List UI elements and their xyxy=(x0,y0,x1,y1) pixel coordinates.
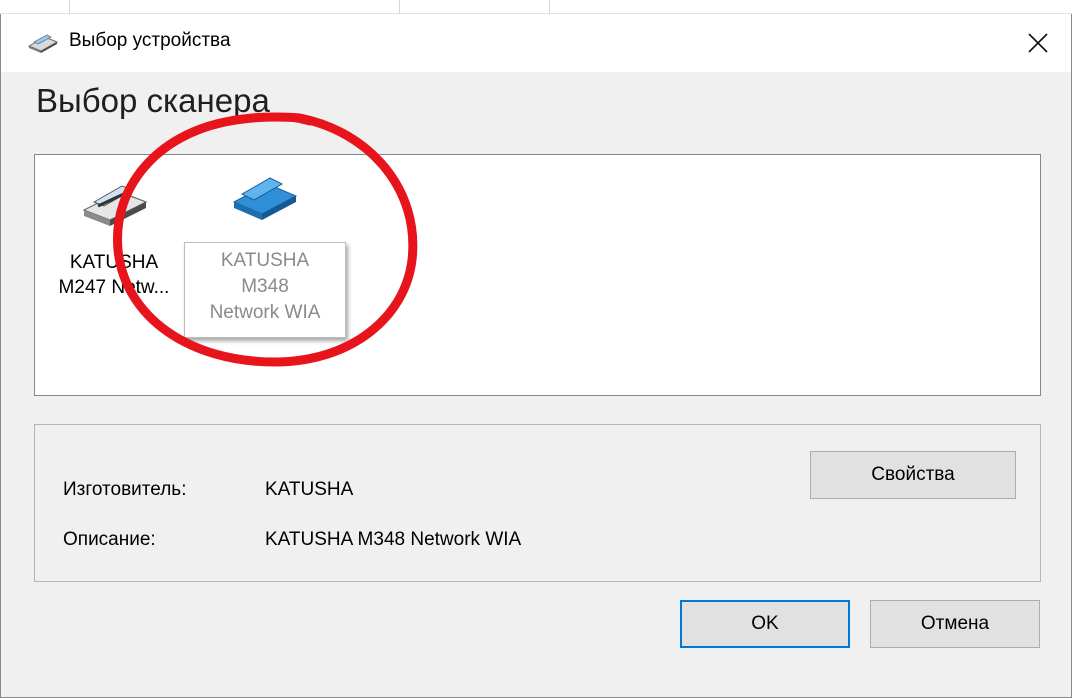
device-name-line3: Network WIA xyxy=(209,302,321,323)
device-item-m348-selected[interactable]: KATUSHA M348 Network WIA xyxy=(184,242,346,338)
manufacturer-value: KATUSHA xyxy=(265,479,354,500)
ok-button[interactable]: OK xyxy=(680,600,850,648)
close-button[interactable] xyxy=(1005,14,1071,72)
close-icon xyxy=(1028,33,1048,53)
device-name-line2: M348 xyxy=(241,276,289,297)
dialog-title: Выбор устройства xyxy=(69,30,231,51)
device-name-line2: M247 Netw... xyxy=(58,277,170,298)
scanner-gray-icon[interactable] xyxy=(80,180,150,230)
device-info-group: Изготовитель: KATUSHA Описание: KATUSHA … xyxy=(34,424,1041,582)
cancel-button[interactable]: Отмена xyxy=(870,600,1040,648)
background-window-strip xyxy=(0,0,1072,14)
title-bar: Выбор устройства xyxy=(1,14,1071,72)
page-heading: Выбор сканера xyxy=(36,82,270,119)
description-value: KATUSHA M348 Network WIA xyxy=(265,529,522,550)
description-label: Описание: xyxy=(63,529,156,550)
device-name-line1: KATUSHA xyxy=(220,250,310,271)
scanner-icon xyxy=(27,34,59,53)
device-name-line1: KATUSHA xyxy=(69,252,159,273)
device-item-m247[interactable]: KATUSHA M247 Netw... xyxy=(52,250,176,300)
manufacturer-label: Изготовитель: xyxy=(63,479,187,500)
scanner-blue-icon[interactable] xyxy=(230,170,300,226)
properties-button[interactable]: Свойства xyxy=(810,451,1016,499)
